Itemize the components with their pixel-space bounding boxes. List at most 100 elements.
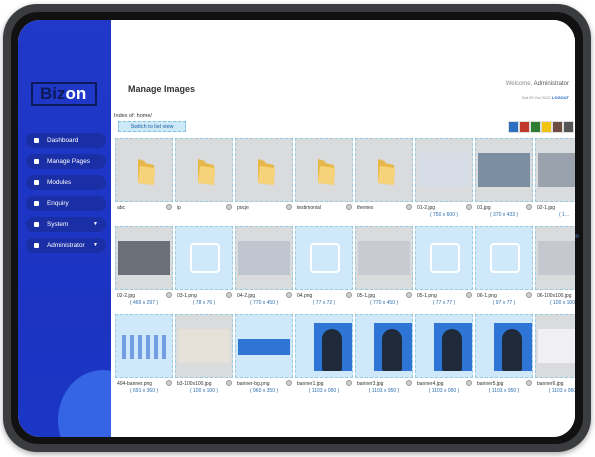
info-icon[interactable] <box>466 292 472 298</box>
info-icon[interactable] <box>526 292 532 298</box>
image-thumbnail[interactable] <box>355 226 413 290</box>
info-icon[interactable] <box>466 380 472 386</box>
sidebar-item-administrator[interactable]: Administrator ▼ <box>26 238 106 253</box>
image-tile[interactable]: banner1.jpg( 1103 x 950 ) <box>295 314 353 398</box>
image-thumbnail[interactable] <box>295 226 353 290</box>
sidebar-item-dashboard[interactable]: Dashboard <box>26 133 106 148</box>
image-thumbnail[interactable] <box>535 138 575 202</box>
image-tile[interactable]: banner3.jpg( 1103 x 950 ) <box>355 314 413 398</box>
image-thumbnail[interactable] <box>235 226 293 290</box>
folder-icon <box>318 159 335 185</box>
image-tile[interactable]: 06-100x100.jpg( 100 x 100 ) <box>535 226 575 310</box>
info-icon[interactable] <box>406 292 412 298</box>
image-tile[interactable]: 404-banner.png( 691 x 360 ) <box>115 314 173 398</box>
sidebar-item-system[interactable]: System ▼ <box>26 217 106 232</box>
folder-tile[interactable]: pocje <box>235 138 293 222</box>
info-icon[interactable] <box>166 292 172 298</box>
folder-thumbnail[interactable] <box>355 138 413 202</box>
folder-thumbnail[interactable] <box>235 138 293 202</box>
image-tile[interactable]: 01.jpg( 370 x 433 ) <box>475 138 533 222</box>
image-thumbnail[interactable] <box>415 314 473 378</box>
info-icon[interactable] <box>226 292 232 298</box>
info-icon[interactable] <box>346 204 352 210</box>
image-thumbnail[interactable] <box>535 314 575 378</box>
index-path-value[interactable]: home/ <box>137 113 152 119</box>
image-tile[interactable]: 05-1.jpg( 770 x 450 ) <box>355 226 413 310</box>
folder-thumbnail[interactable] <box>115 138 173 202</box>
folder-tile[interactable]: testimonial <box>295 138 353 222</box>
image-tile[interactable]: 01-2.jpg( 750 x 600 ) <box>415 138 473 222</box>
info-icon[interactable] <box>346 292 352 298</box>
image-tile[interactable]: b3-100x100.jpg( 100 x 100 ) <box>175 314 233 398</box>
image-thumbnail[interactable] <box>115 226 173 290</box>
info-icon[interactable] <box>166 380 172 386</box>
image-thumbnail[interactable] <box>295 314 353 378</box>
image-tile[interactable]: 02-2.jpg( 466 x 297 ) <box>115 226 173 310</box>
info-icon[interactable] <box>466 204 472 210</box>
image-tile[interactable]: banner-bg.png( 960 x 350 ) <box>235 314 293 398</box>
image-tile[interactable]: banner5.jpg( 1103 x 950 ) <box>475 314 533 398</box>
file-name: 02-1.jpg <box>537 205 556 211</box>
image-thumbnail[interactable] <box>175 226 233 290</box>
image-tile[interactable]: 06-1.png( 97 x 77 ) <box>475 226 533 310</box>
info-icon[interactable] <box>526 204 532 210</box>
image-tile[interactable]: 03-1.png( 78 x 76 ) <box>175 226 233 310</box>
info-icon[interactable] <box>226 380 232 386</box>
file-name: abc <box>117 205 126 211</box>
header: Manage Images Welcome, Administrator Sat… <box>111 20 575 106</box>
image-preview <box>238 241 290 275</box>
info-icon[interactable] <box>406 204 412 210</box>
sidebar-item-manage-pages[interactable]: Manage Pages <box>26 154 106 169</box>
info-icon[interactable] <box>226 204 232 210</box>
color-swatch[interactable] <box>563 121 574 133</box>
image-tile[interactable]: 02-1.jpg( 1... <box>535 138 575 222</box>
info-icon[interactable] <box>286 204 292 210</box>
color-swatch[interactable] <box>530 121 541 133</box>
image-preview <box>494 323 532 371</box>
file-name: banner1.jpg <box>297 381 324 387</box>
file-name: banner4.jpg <box>417 381 444 387</box>
image-preview <box>490 243 520 273</box>
image-thumbnail[interactable] <box>415 226 473 290</box>
file-name: ip <box>177 205 181 211</box>
color-swatch[interactable] <box>552 121 563 133</box>
folder-tile[interactable]: ip <box>175 138 233 222</box>
folder-tile[interactable]: abc <box>115 138 173 222</box>
switch-view-button[interactable]: Switch to list view <box>118 121 186 132</box>
info-icon[interactable] <box>526 380 532 386</box>
color-swatch[interactable] <box>519 121 530 133</box>
image-thumbnail[interactable] <box>235 314 293 378</box>
folder-thumbnail[interactable] <box>295 138 353 202</box>
image-tile[interactable]: 04-2.jpg( 770 x 450 ) <box>235 226 293 310</box>
image-tile[interactable]: banner4.jpg( 1103 x 950 ) <box>415 314 473 398</box>
image-tile[interactable]: banner6.jpg( 1103 x 950 ) <box>535 314 575 398</box>
image-thumbnail[interactable] <box>415 138 473 202</box>
image-thumbnail[interactable] <box>175 314 233 378</box>
sidebar-item-enquiry[interactable]: Enquiry <box>26 196 106 211</box>
image-thumbnail[interactable] <box>355 314 413 378</box>
color-swatch[interactable] <box>541 121 552 133</box>
image-tile[interactable]: 04.png( 77 x 72 ) <box>295 226 353 310</box>
image-preview <box>238 339 290 355</box>
info-icon[interactable] <box>286 380 292 386</box>
image-thumbnail[interactable] <box>535 226 575 290</box>
image-thumbnail[interactable] <box>475 226 533 290</box>
info-icon[interactable] <box>286 292 292 298</box>
image-thumbnail[interactable] <box>475 138 533 202</box>
info-icon[interactable] <box>406 380 412 386</box>
sidebar-item-modules[interactable]: Modules <box>26 175 106 190</box>
logout-link[interactable]: LOGOUT <box>552 95 569 100</box>
folder-thumbnail[interactable] <box>175 138 233 202</box>
color-swatch[interactable] <box>508 121 519 133</box>
logo[interactable]: Bizon <box>31 82 97 106</box>
screen: Bizon Dashboard Manage Pages Modules Enq… <box>18 20 575 437</box>
image-tile[interactable]: 05-1.png( 77 x 77 ) <box>415 226 473 310</box>
sidebar-item-label: Manage Pages <box>47 158 90 165</box>
folder-tile[interactable]: themes <box>355 138 413 222</box>
chevron-down-icon: ▼ <box>93 221 98 227</box>
image-thumbnail[interactable] <box>475 314 533 378</box>
info-icon[interactable] <box>166 204 172 210</box>
info-icon[interactable] <box>346 380 352 386</box>
image-thumbnail[interactable] <box>115 314 173 378</box>
file-name: banner-bg.png <box>237 381 270 387</box>
